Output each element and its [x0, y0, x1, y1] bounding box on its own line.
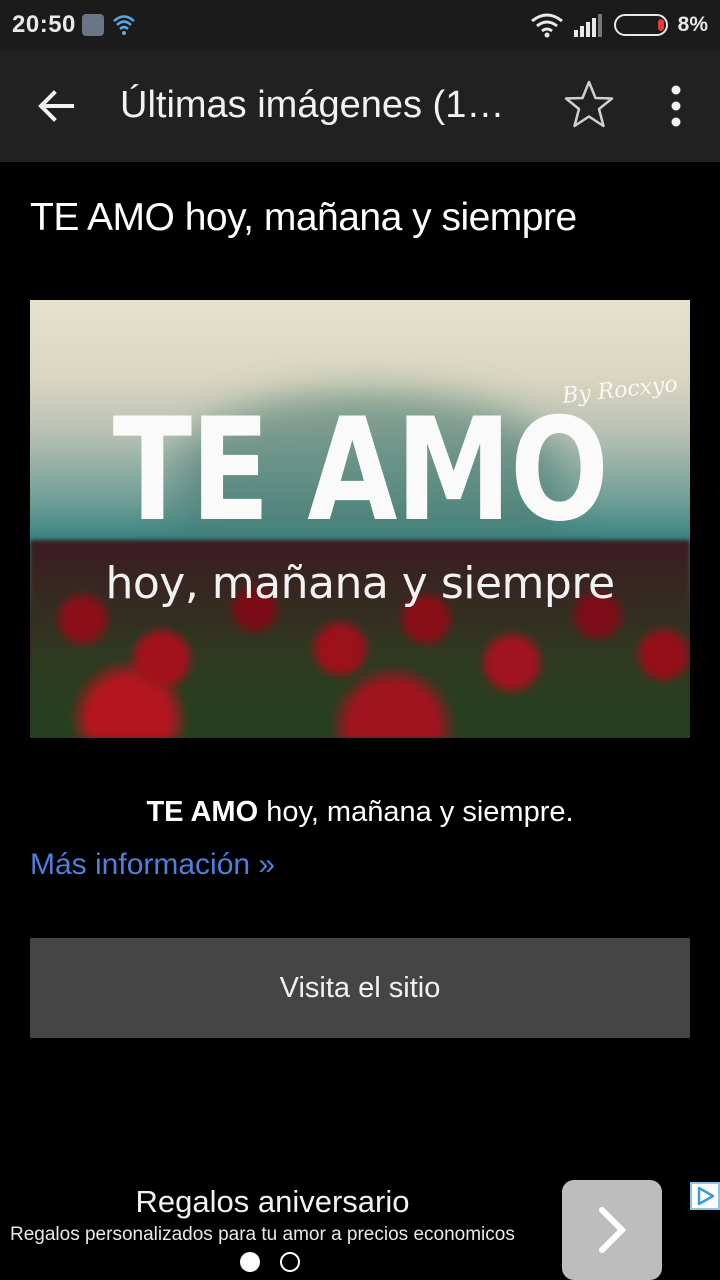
- ad-choices-triangle-icon: [697, 1186, 715, 1206]
- ad-text[interactable]: Regalos personalizados para tu amor a pr…: [10, 1224, 515, 1246]
- visit-site-button[interactable]: Visita el sitio: [30, 938, 690, 1038]
- star-outline-icon[interactable]: [562, 78, 616, 132]
- chevron-right-icon: [599, 1207, 627, 1253]
- post-title: TE AMO hoy, mañana y siempre: [30, 196, 577, 239]
- app-notification-icon: [82, 14, 104, 36]
- caption-text: hoy, mañana y siempre.: [258, 796, 574, 828]
- back-arrow-icon[interactable]: [34, 84, 78, 128]
- ad-open-button[interactable]: [562, 1180, 662, 1280]
- post-image[interactable]: By Rocxyo TE AMO hoy, mañana y siempre: [30, 300, 690, 738]
- ad-choices-icon[interactable]: [690, 1182, 720, 1210]
- more-info-link[interactable]: Más información »: [30, 848, 275, 882]
- ad-title[interactable]: Regalos aniversario: [0, 1184, 545, 1220]
- more-vert-icon[interactable]: [660, 82, 692, 130]
- image-main-text: TE AMO: [112, 388, 609, 553]
- status-time: 20:50: [12, 11, 76, 38]
- battery-percent: 8%: [677, 13, 708, 36]
- image-sub-text: hoy, mañana y siempre: [105, 558, 615, 609]
- post-caption: TE AMO hoy, mañana y siempre.: [0, 796, 720, 829]
- app-bar: Últimas imágenes (1…: [0, 50, 720, 162]
- signal-icon: [573, 14, 602, 37]
- battery-level: [657, 19, 664, 31]
- carousel-dot-active[interactable]: [240, 1252, 260, 1272]
- wifi-notification-icon: [113, 15, 135, 35]
- page-title: Últimas imágenes (1…: [120, 84, 505, 126]
- status-bar: 20:50 8%: [0, 0, 720, 50]
- carousel-dot[interactable]: [280, 1252, 300, 1272]
- caption-bold: TE AMO: [146, 796, 259, 828]
- status-right-group: 8%: [530, 10, 708, 40]
- battery-icon: [613, 14, 668, 36]
- wifi-icon: [530, 13, 563, 38]
